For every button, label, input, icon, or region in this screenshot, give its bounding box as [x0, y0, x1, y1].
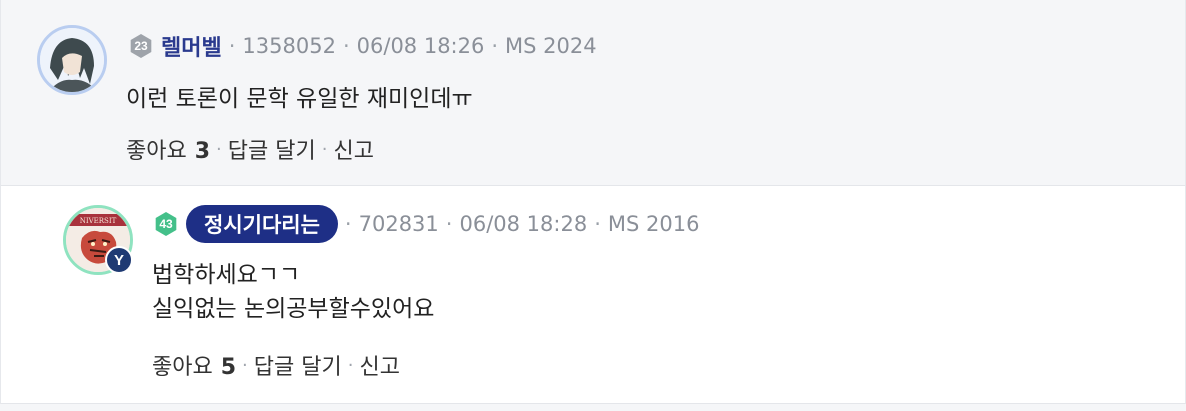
comment-text-line: 이런 토론이 문학 유일한 재미인데ㅠ: [126, 86, 473, 112]
svg-text:NIVERSIT: NIVERSIT: [80, 217, 117, 225]
comment-actions: 좋아요 3 · 답글 달기 · 신고: [126, 133, 374, 165]
reply-button[interactable]: 답글 달기: [228, 133, 316, 165]
reply-button[interactable]: 답글 달기: [254, 349, 342, 381]
separator: ·: [445, 212, 453, 236]
comment-header: 23 렐머벨 · 1358052 · 06/08 18:26 · MS 2024: [129, 29, 597, 63]
like-label: 좋아요: [152, 355, 213, 380]
separator: ·: [491, 34, 499, 58]
comment-header: 43 정시기다리는 · 702831 · 06/08 18:28 · MS 20…: [154, 205, 699, 243]
separator: ·: [216, 138, 222, 160]
like-button[interactable]: 좋아요 3: [126, 133, 210, 165]
separator: ·: [228, 34, 236, 58]
separator: ·: [342, 34, 350, 58]
affiliation: MS 2016: [607, 212, 700, 236]
comment-text-line: 실익없는 논의공부할수있어요: [152, 296, 435, 322]
level-badge-icon: 23: [130, 34, 152, 58]
like-button[interactable]: 좋아요 5: [152, 349, 236, 381]
affiliation: MS 2024: [505, 34, 597, 58]
report-button[interactable]: 신고: [333, 133, 373, 165]
comment-actions: 좋아요 5 · 답글 달기 · 신고: [152, 349, 400, 381]
like-label: 좋아요: [126, 139, 187, 164]
comment-text: 이런 토론이 문학 유일한 재미인데ㅠ: [126, 82, 473, 116]
timestamp: 06/08 18:28: [459, 212, 588, 236]
separator: ·: [594, 212, 601, 236]
nickname[interactable]: 정시기다리는: [186, 205, 338, 243]
user-id: 702831: [358, 212, 439, 236]
separator: ·: [321, 138, 328, 160]
comment-text-line: 법학하세요ㄱㄱ: [152, 262, 301, 288]
next-comment-edge: [0, 404, 1186, 411]
separator: ·: [242, 354, 248, 376]
avatar[interactable]: [37, 25, 107, 95]
like-count: 5: [220, 355, 237, 380]
comment-text: 법학하세요ㄱㄱ 실익없는 논의공부할수있어요: [152, 258, 434, 326]
like-count: 3: [194, 139, 211, 164]
separator: ·: [344, 212, 352, 236]
level-badge-icon: 43: [155, 212, 177, 236]
nickname[interactable]: 렐머벨: [161, 30, 222, 62]
school-badge-icon: Y: [105, 246, 133, 274]
report-button[interactable]: 신고: [359, 349, 399, 381]
timestamp: 06/08 18:26: [356, 34, 485, 58]
separator: ·: [347, 354, 354, 376]
user-id: 1358052: [242, 34, 336, 58]
